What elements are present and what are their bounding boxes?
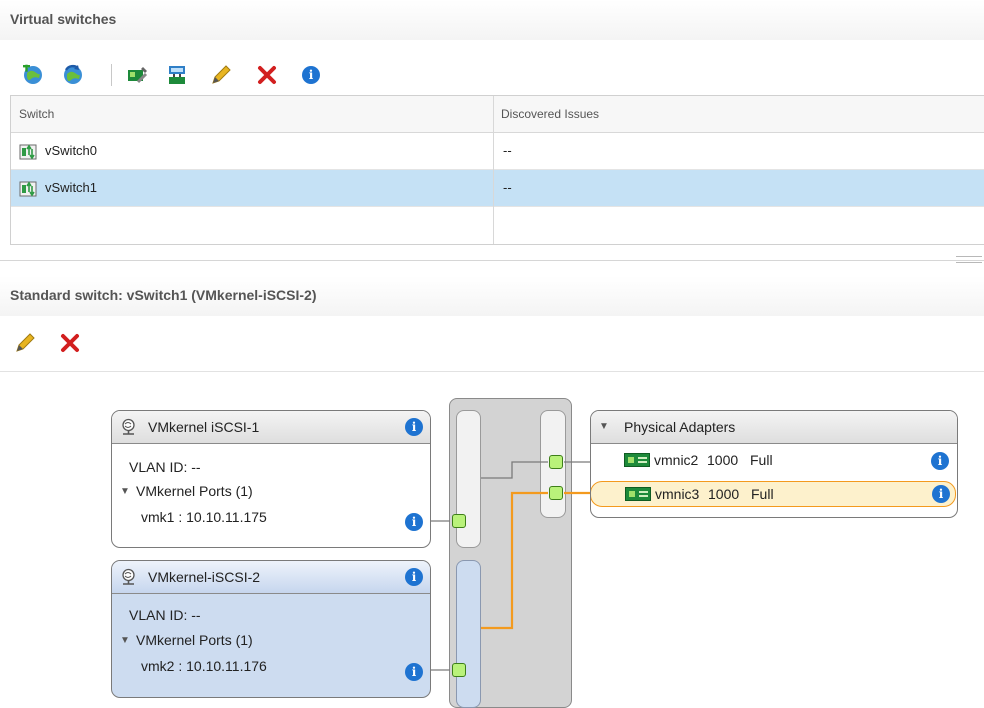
portgroup-icon: [120, 418, 137, 438]
vmkernel-ports-label[interactable]: VMkernel Ports (1): [136, 483, 253, 499]
collapse-triangle-icon[interactable]: ▼: [120, 486, 130, 497]
physical-adapters-title: Physical Adapters: [624, 419, 736, 435]
portgroup-icon: [120, 568, 137, 588]
portgroup-name: VMkernel-iSCSI-2: [148, 569, 261, 585]
physical-adapters-panel: ▼ Physical Adapters vmnic2 1000 Full i v…: [590, 410, 958, 518]
portgroup-header: VMkernel-iSCSI-2 i: [112, 561, 430, 594]
collapse-triangle-icon[interactable]: ▼: [120, 635, 130, 646]
info-icon[interactable]: i: [931, 452, 949, 470]
portgroup-vmkernel-iscsi-1[interactable]: VMkernel iSCSI-1 i VLAN ID: -- ▼ VMkerne…: [111, 410, 431, 548]
info-icon[interactable]: i: [405, 513, 423, 531]
vmkernel-port[interactable]: vmk1 : 10.10.11.175: [141, 509, 267, 525]
adapter-speed: 1000: [707, 452, 739, 468]
network-adapter-icon: [625, 487, 651, 501]
uplink-port-vmnic3[interactable]: [549, 486, 563, 500]
vmk2-port[interactable]: [452, 663, 466, 677]
adapter-duplex: Full: [750, 452, 773, 468]
info-icon[interactable]: i: [405, 418, 423, 436]
adapter-row-vmnic2[interactable]: vmnic2 1000 Full i: [591, 447, 957, 473]
vlan-id: VLAN ID: --: [129, 607, 201, 623]
adapter-duplex: Full: [751, 486, 774, 502]
portgroup-header: VMkernel iSCSI-1 i: [112, 411, 430, 444]
portgroup-vmkernel-iscsi-2[interactable]: VMkernel-iSCSI-2 i VLAN ID: -- ▼ VMkerne…: [111, 560, 431, 698]
vlan-id: VLAN ID: --: [129, 459, 201, 475]
uplink-port-vmnic2[interactable]: [549, 455, 563, 469]
adapter-name: vmnic2: [654, 452, 699, 468]
vmkernel-port[interactable]: vmk2 : 10.10.11.176: [141, 658, 267, 674]
network-adapter-icon: [624, 453, 650, 467]
adapter-speed: 1000: [708, 486, 740, 502]
vmk1-port[interactable]: [452, 514, 466, 528]
portgroup-name: VMkernel iSCSI-1: [148, 419, 260, 435]
adapter-row-vmnic3[interactable]: vmnic3 1000 Full i: [591, 481, 956, 507]
vmkernel-ports-label[interactable]: VMkernel Ports (1): [136, 632, 253, 648]
info-icon[interactable]: i: [932, 485, 950, 503]
info-icon[interactable]: i: [405, 663, 423, 681]
collapse-triangle-icon[interactable]: ▼: [599, 421, 609, 432]
adapter-name: vmnic3: [655, 486, 700, 502]
physical-adapters-header: ▼ Physical Adapters: [591, 411, 957, 444]
info-icon[interactable]: i: [405, 568, 423, 586]
